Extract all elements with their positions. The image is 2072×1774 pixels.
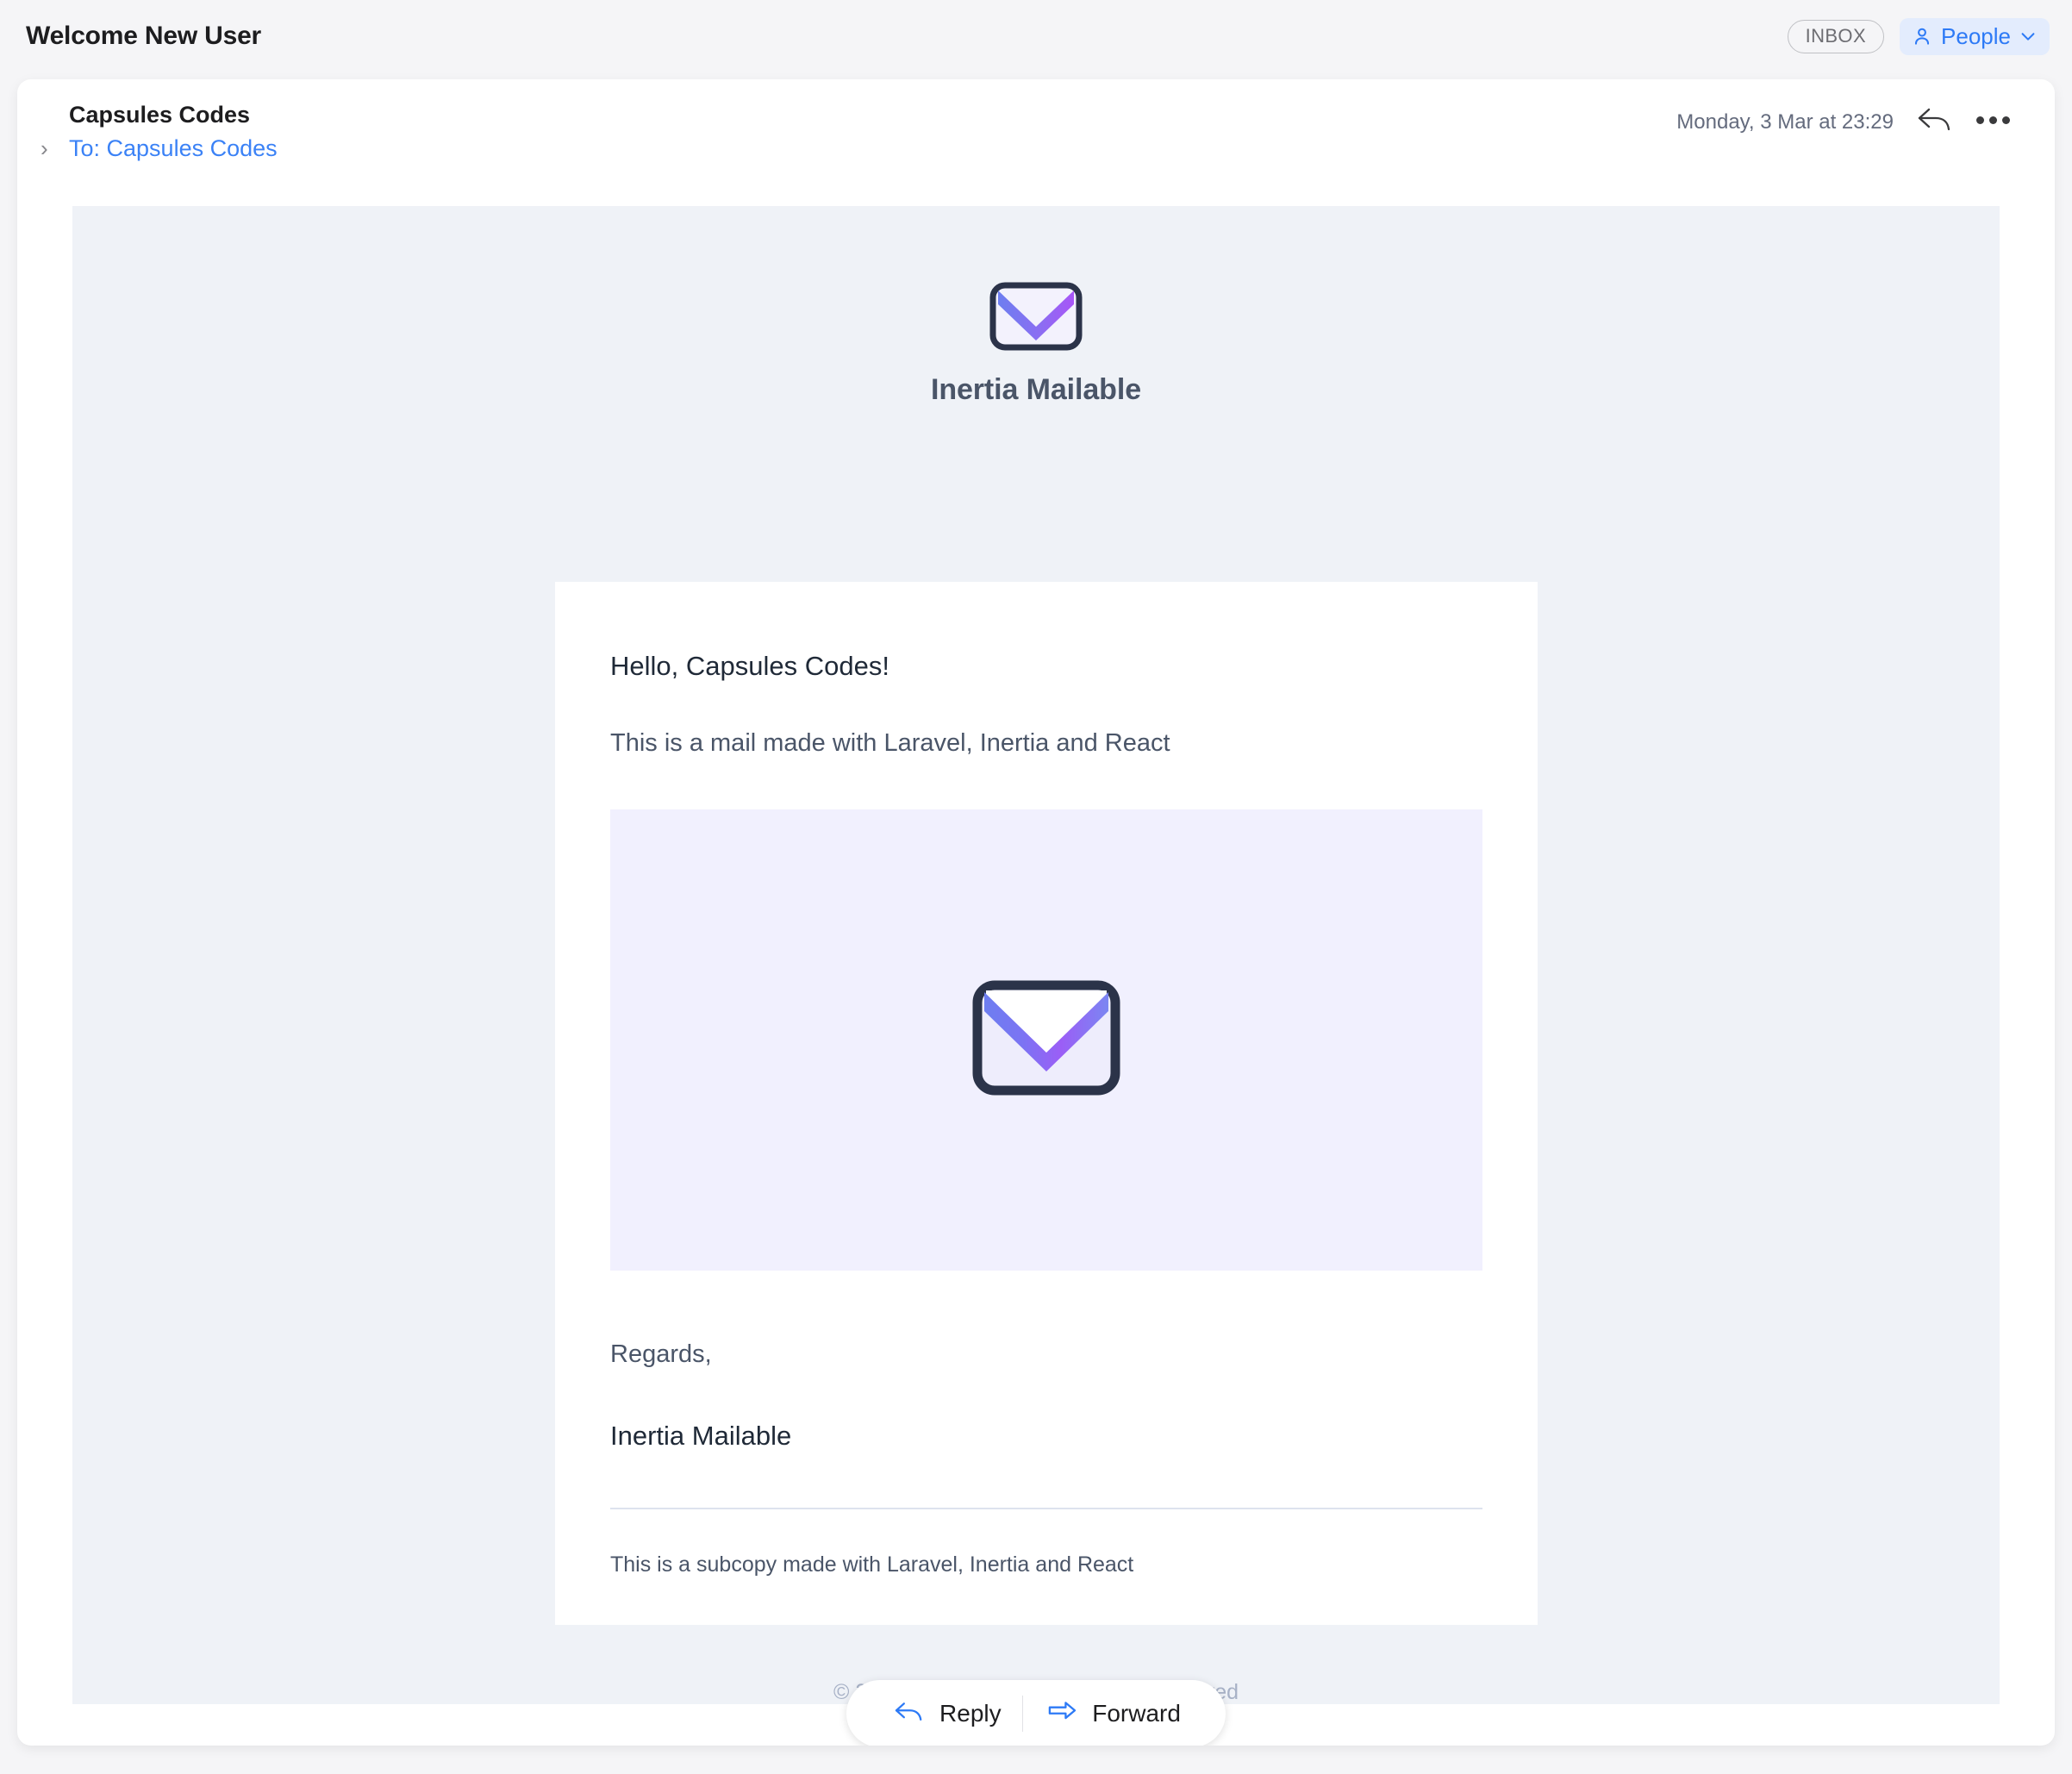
chevron-down-icon	[2019, 27, 2038, 46]
message-panel: Capsules Codes › To: Capsules Codes Mond…	[17, 79, 2055, 1746]
email-signature: Inertia Mailable	[610, 1421, 792, 1452]
message-action-bar: Reply Forward	[17, 1680, 2055, 1746]
email-greeting: Hello, Capsules Codes!	[610, 651, 889, 681]
reply-arrow-icon	[1916, 105, 1954, 139]
reply-arrow-icon	[891, 1699, 927, 1729]
sender-info: Capsules Codes › To: Capsules Codes	[41, 100, 278, 164]
inbox-badge: INBOX	[1787, 19, 1885, 53]
action-pill: Reply Forward	[846, 1680, 1226, 1746]
envelope-logo-icon	[989, 282, 1083, 355]
message-header-actions: Monday, 3 Mar at 23:29	[1676, 105, 2010, 139]
email-content-card: Hello, Capsules Codes! This is a mail ma…	[555, 582, 1538, 1625]
reply-icon-button[interactable]	[1916, 105, 1954, 139]
more-ellipsis-icon[interactable]	[1976, 116, 2010, 128]
email-subcopy: This is a subcopy made with Laravel, Ine…	[610, 1552, 1134, 1577]
email-hero-image	[610, 809, 1482, 1271]
recipient-label[interactable]: To: Capsules Codes	[69, 134, 278, 164]
message-timestamp: Monday, 3 Mar at 23:29	[1676, 109, 1894, 134]
card-divider	[610, 1508, 1482, 1510]
email-logo-wrapper	[72, 206, 2000, 355]
reply-button-label: Reply	[939, 1700, 1002, 1727]
email-intro-paragraph: This is a mail made with Laravel, Inerti…	[610, 729, 1170, 758]
chevron-right-icon[interactable]: ›	[41, 137, 48, 159]
email-brand-name: Inertia Mailable	[930, 373, 1142, 406]
toolbar-right-group: INBOX People	[1787, 17, 2050, 55]
window-toolbar: Welcome New User INBOX People	[0, 0, 2072, 72]
forward-arrow-icon	[1044, 1699, 1080, 1729]
envelope-illustration-icon	[972, 980, 1120, 1100]
people-label: People	[1941, 22, 2011, 49]
recipient-row[interactable]: › To: Capsules Codes	[41, 134, 278, 164]
page-title: Welcome New User	[26, 22, 262, 50]
email-body-region: Inertia Mailable Hello, Capsules Codes! …	[72, 206, 2000, 1704]
reply-button[interactable]: Reply	[876, 1699, 1017, 1729]
action-divider	[1021, 1696, 1024, 1732]
person-icon	[1911, 25, 1933, 47]
forward-button-label: Forward	[1092, 1700, 1181, 1727]
people-dropdown-button[interactable]: People	[1900, 17, 2050, 55]
email-regards: Regards,	[610, 1340, 712, 1369]
forward-button[interactable]: Forward	[1028, 1699, 1196, 1729]
sender-name: Capsules Codes	[69, 102, 251, 128]
message-header: Capsules Codes › To: Capsules Codes Mond…	[17, 79, 2055, 161]
